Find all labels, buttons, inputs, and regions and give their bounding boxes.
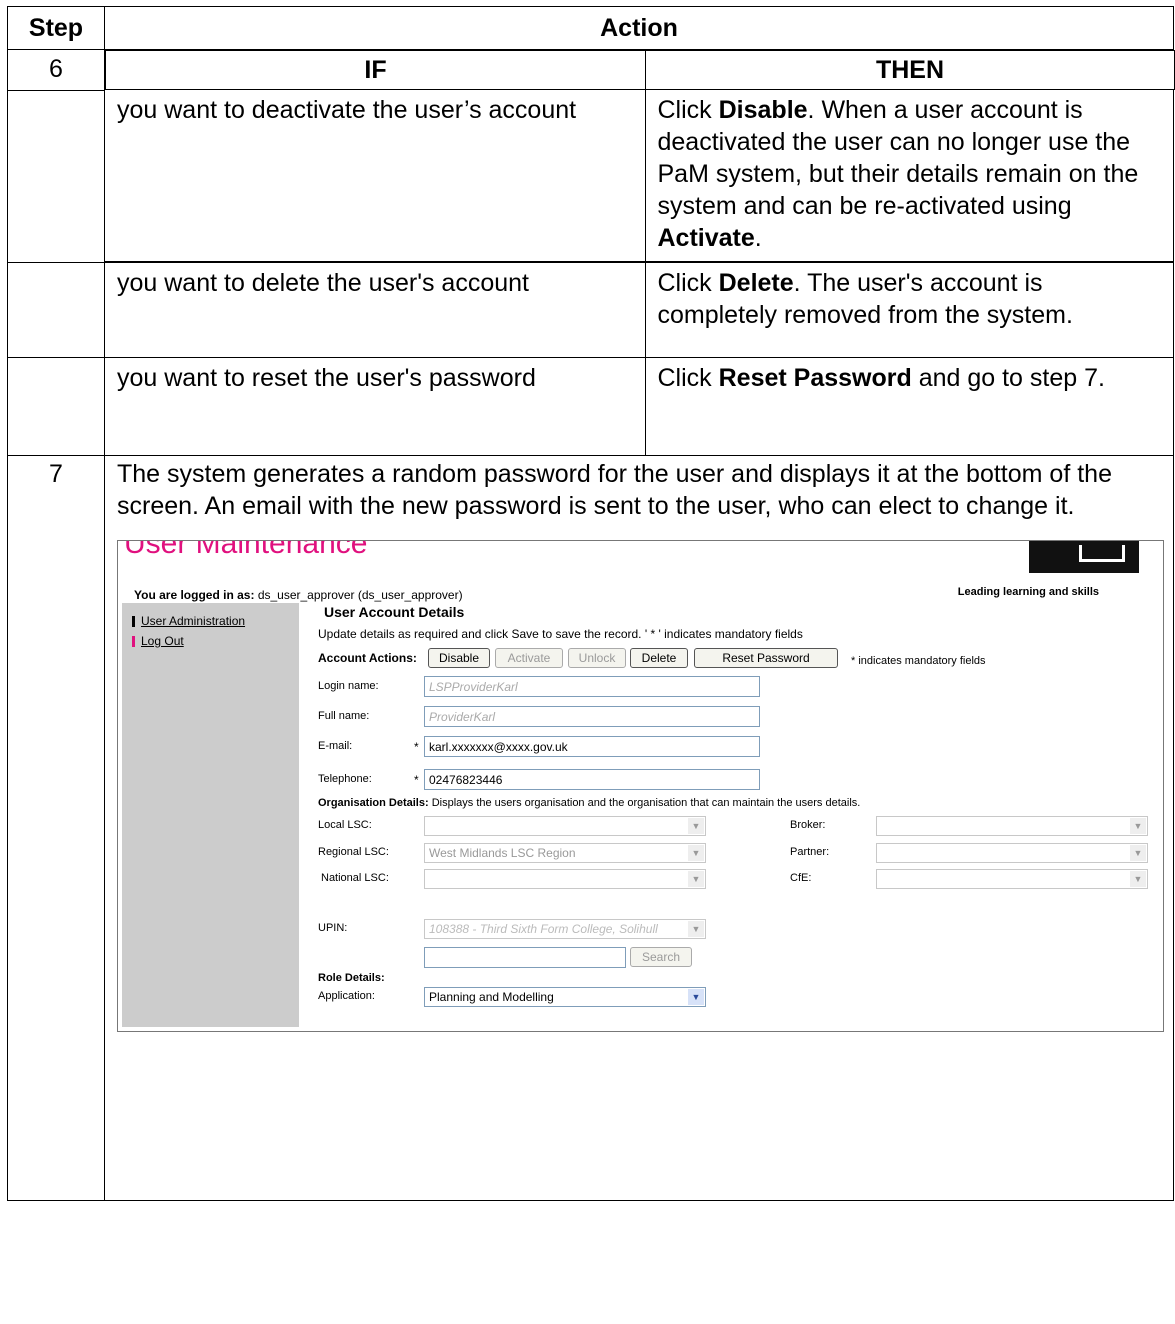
- local-lsc-label: Local LSC:: [318, 818, 372, 831]
- chevron-down-icon: ▼: [688, 844, 704, 861]
- national-lsc-label: National LSC:: [321, 871, 389, 884]
- then-cell: Click Reset Password and go to step 7.: [657, 363, 1105, 392]
- chevron-down-icon: ▼: [688, 988, 704, 1005]
- upin-search-input[interactable]: [424, 946, 626, 968]
- fullname-field[interactable]: ProviderKarl: [424, 705, 760, 727]
- login-label: Login name:: [318, 679, 379, 692]
- email-label: E-mail:: [318, 739, 353, 752]
- partner-label: Partner:: [790, 845, 830, 858]
- application-label: Application:: [318, 989, 375, 1002]
- telephone-label: Telephone:: [318, 772, 372, 785]
- national-lsc-select[interactable]: ▼: [424, 868, 706, 889]
- nav-log-out[interactable]: Log Out: [132, 634, 184, 648]
- chevron-down-icon: ▼: [1130, 870, 1146, 887]
- app-title: User Maintenance: [124, 539, 368, 560]
- if-then-table: IF THEN: [105, 50, 1175, 90]
- login-field[interactable]: LSPProviderKarl: [424, 675, 760, 697]
- delete-button[interactable]: Delete: [630, 647, 688, 668]
- chevron-down-icon: ▼: [1130, 844, 1146, 861]
- application-select[interactable]: Planning and Modelling ▼: [424, 986, 706, 1007]
- mandatory-note: * indicates mandatory fields: [851, 654, 986, 667]
- chevron-down-icon: ▼: [688, 870, 704, 887]
- tagline: Leading learning and skills: [957, 585, 1099, 598]
- account-actions-label: Account Actions:: [318, 650, 417, 665]
- reset-password-button[interactable]: Reset Password: [694, 647, 838, 668]
- regional-lsc-select[interactable]: West Midlands LSC Region ▼: [424, 842, 706, 863]
- step7-text: The system generates a random password f…: [117, 459, 1112, 520]
- nav-user-administration[interactable]: User Administration: [132, 614, 245, 628]
- local-lsc-select[interactable]: ▼: [424, 815, 706, 836]
- empty-step-cell: [7, 356, 105, 456]
- header-action: Action: [104, 6, 1174, 50]
- empty-step-cell: [7, 261, 105, 358]
- if-then-row: you want to delete the user's account Cl…: [105, 262, 1174, 357]
- section-title: User Account Details: [324, 603, 465, 620]
- step7-body: The system generates a random password f…: [104, 454, 1174, 1201]
- empty-step-cell: [7, 89, 105, 263]
- upin-label: UPIN:: [318, 921, 348, 934]
- disable-button[interactable]: Disable: [428, 647, 490, 668]
- fullname-label: Full name:: [318, 709, 370, 722]
- header-step: Step: [7, 6, 105, 50]
- if-header: IF: [105, 50, 646, 90]
- bullet-icon: [132, 635, 135, 647]
- search-button[interactable]: Search: [630, 946, 692, 967]
- activate-button[interactable]: Activate: [495, 647, 563, 668]
- regional-lsc-label: Regional LSC:: [318, 845, 389, 858]
- sidebar: User Administration Log Out: [122, 602, 299, 1027]
- procedure-document: Step Action 6 IF THEN you want to deacti…: [7, 6, 1175, 1201]
- step6-rows: you want to deactivate the user’s accoun…: [104, 90, 1174, 263]
- org-details: Organisation Details: Displays the users…: [318, 796, 861, 809]
- if-then-row: you want to reset the user's password Cl…: [105, 357, 1174, 455]
- chevron-down-icon: ▼: [688, 920, 704, 937]
- if-then-rows: you want to deactivate the user’s accoun…: [105, 90, 1174, 262]
- broker-label: Broker:: [790, 818, 826, 831]
- bullet-icon: [132, 615, 135, 627]
- if-cell: you want to delete the user's account: [105, 262, 646, 357]
- step-number-7: 7: [7, 454, 105, 1201]
- step6-body: IF THEN: [105, 50, 1175, 90]
- email-asterisk: *: [414, 739, 419, 754]
- unlock-button[interactable]: Unlock: [568, 647, 626, 668]
- steps-table: Step Action 6 IF THEN you want to deacti…: [7, 6, 1175, 1201]
- cfe-label: CfE:: [790, 871, 812, 884]
- then-cell: Click Disable. When a user account is de…: [644, 90, 1174, 262]
- partner-select[interactable]: ▼: [876, 842, 1148, 863]
- then-header: THEN: [645, 50, 1175, 90]
- step-number-6: 6: [7, 49, 105, 91]
- if-cell: you want to reset the user's password: [105, 357, 646, 455]
- then-cell: Click Delete. The user's account is comp…: [657, 268, 1073, 329]
- logged-in-info: You are logged in as: ds_user_approver (…: [134, 587, 463, 602]
- chevron-down-icon: ▼: [1130, 817, 1146, 834]
- email-field[interactable]: karl.xxxxxxx@xxxx.gov.uk: [424, 735, 760, 757]
- if-cell: you want to deactivate the user’s accoun…: [105, 90, 646, 262]
- lsc-logo: [1029, 540, 1139, 573]
- role-details-heading: Role Details:: [318, 971, 385, 984]
- instructions: Update details as required and click Sav…: [318, 626, 803, 641]
- cfe-select[interactable]: ▼: [876, 868, 1148, 889]
- upin-select[interactable]: 108388 - Third Sixth Form College, Solih…: [424, 918, 706, 939]
- step6-row-delete: you want to delete the user's account Cl…: [104, 261, 1174, 358]
- step6-row-reset: you want to reset the user's password Cl…: [104, 356, 1174, 456]
- telephone-field[interactable]: 02476823446: [424, 768, 760, 790]
- telephone-asterisk: *: [414, 772, 419, 787]
- user-maintenance-screenshot: User Maintenance Leading learning and sk…: [117, 539, 1164, 1032]
- chevron-down-icon: ▼: [688, 817, 704, 834]
- broker-select[interactable]: ▼: [876, 815, 1148, 836]
